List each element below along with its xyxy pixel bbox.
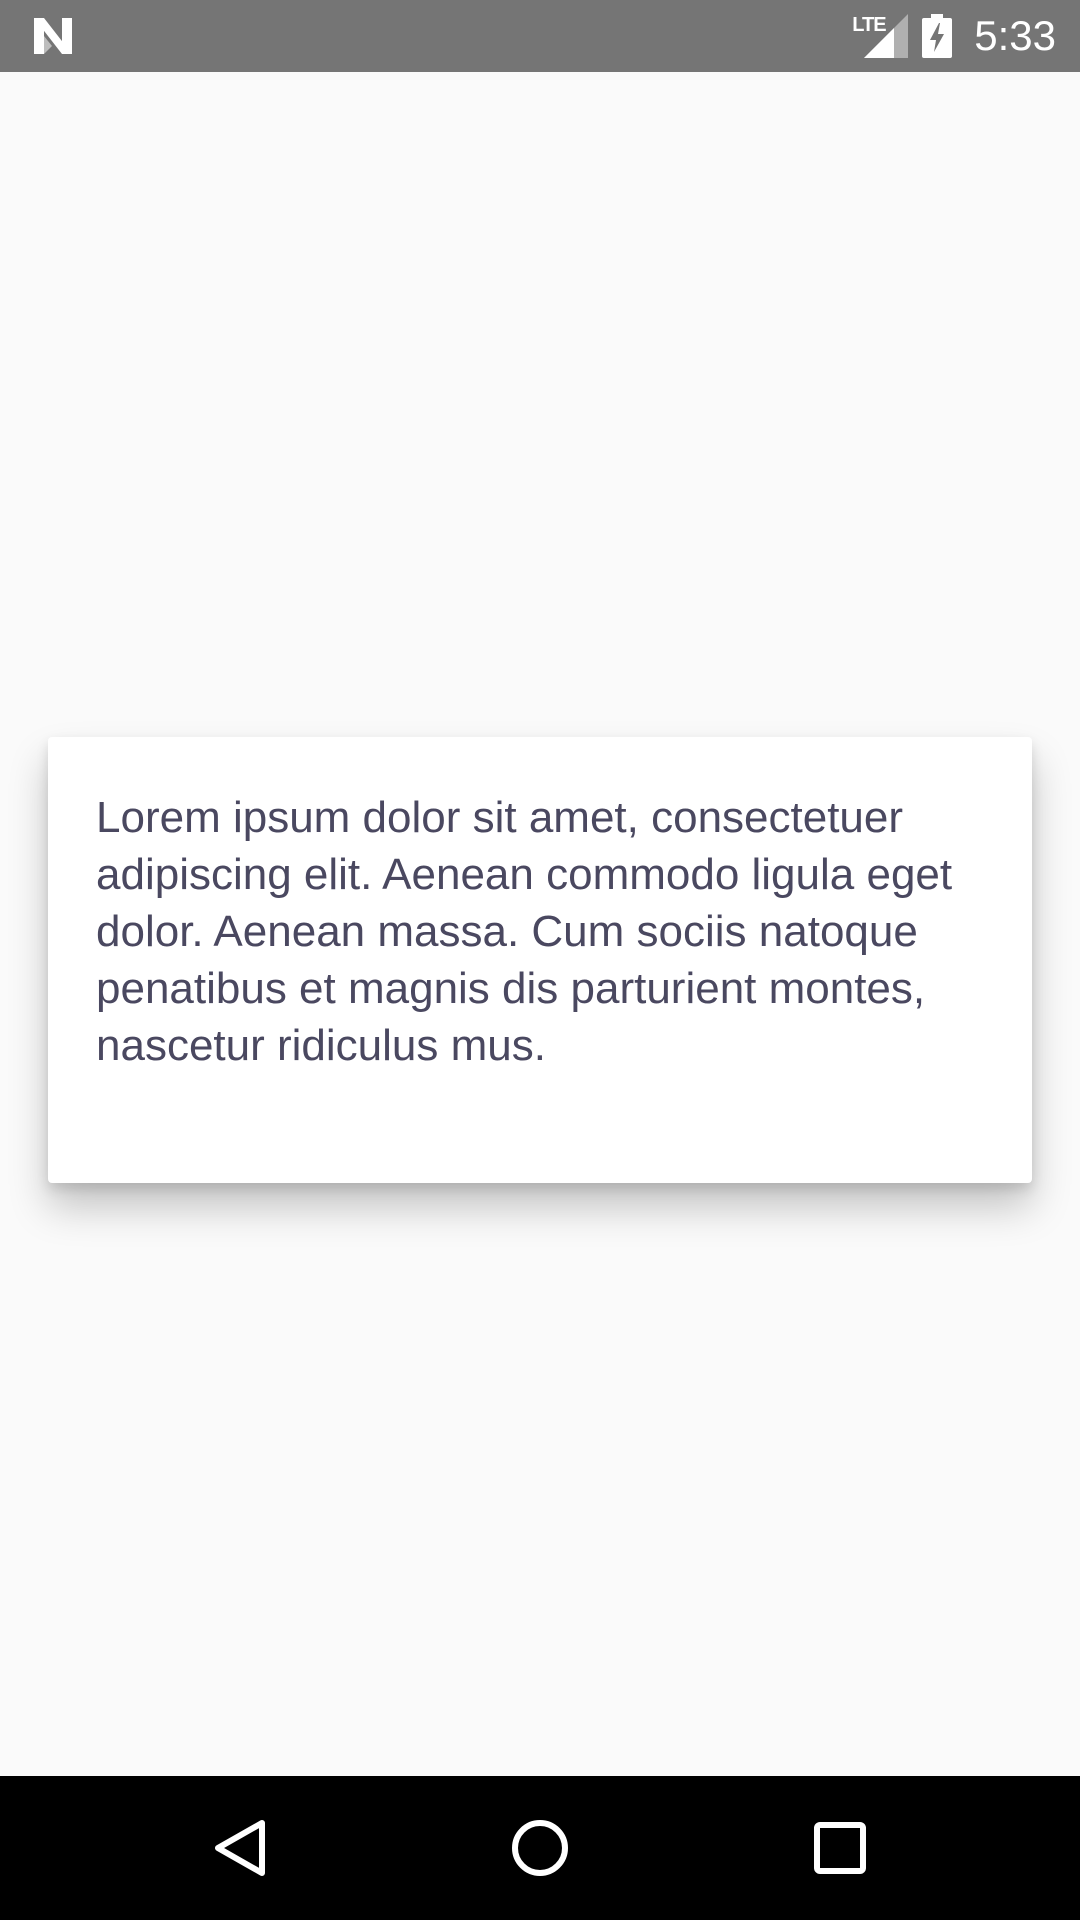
card-text: Lorem ipsum dolor sit amet, consectetuer…	[96, 793, 953, 1070]
text-card: Lorem ipsum dolor sit amet, consectetuer…	[48, 737, 1032, 1183]
navigation-bar	[0, 1776, 1080, 1920]
recents-button[interactable]	[750, 1776, 930, 1920]
home-button[interactable]	[450, 1776, 630, 1920]
main-content: Lorem ipsum dolor sit amet, consectetuer…	[0, 72, 1080, 1776]
recents-square-icon	[814, 1822, 866, 1874]
signal-icon	[864, 14, 909, 58]
back-triangle-icon	[215, 1820, 265, 1876]
android-n-icon	[30, 16, 76, 56]
home-circle-icon	[512, 1820, 568, 1876]
battery-charging-icon	[922, 14, 953, 58]
back-button[interactable]	[150, 1776, 330, 1920]
network-indicator: LTE	[852, 14, 909, 58]
status-bar: LTE 5:33	[0, 0, 1080, 72]
clock: 5:33	[974, 12, 1056, 59]
